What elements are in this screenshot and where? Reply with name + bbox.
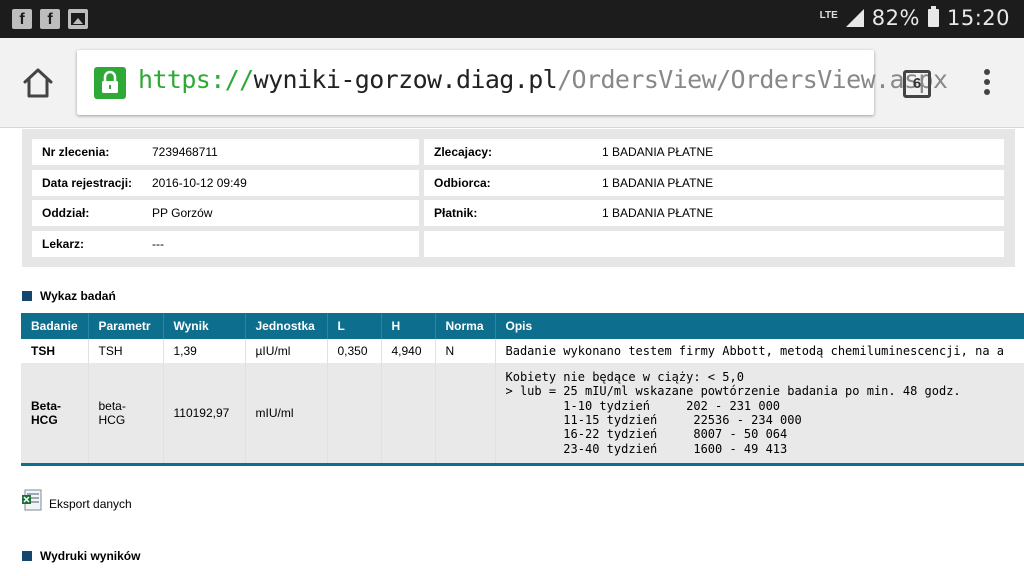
registration-date-value: 2016-10-12 09:49 — [152, 176, 247, 190]
browser-toolbar: https://wyniki-gorzow.diag.pl/OrdersView… — [0, 38, 1024, 128]
norm-flag: N — [435, 339, 496, 363]
low-limit — [327, 363, 382, 463]
order-number-value: 7239468711 — [152, 145, 218, 159]
ordering-party-value: 1 BADANIA PŁATNE — [602, 145, 714, 159]
status-bar: f f LTE 82% 15:20 — [0, 0, 1024, 38]
results-section-title: Wykaz badań — [22, 289, 116, 303]
doctor-row: Lekarz: --- — [32, 231, 419, 257]
parameter: beta-HCG — [88, 363, 164, 463]
overflow-menu-icon[interactable] — [982, 69, 992, 99]
network-type: LTE — [819, 10, 838, 21]
url-text[interactable]: https://wyniki-gorzow.diag.pl/OrdersView… — [138, 65, 948, 94]
ordering-party-label: Zlecajacy: — [434, 145, 493, 159]
unit: µIU/ml — [245, 339, 328, 363]
export-data-label[interactable]: Eksport danych — [49, 497, 132, 511]
description: Kobiety nie będące w ciąży: < 5,0 > lub … — [495, 363, 1024, 463]
recipient-label: Odbiorca: — [434, 176, 491, 190]
test-name: Beta-HCG — [21, 363, 89, 463]
url-host: wyniki-gorzow.diag.pl — [253, 65, 558, 94]
high-limit: 4,940 — [381, 339, 436, 363]
table-bottom-border — [21, 463, 1024, 466]
image-icon — [68, 9, 88, 29]
test-name: TSH — [21, 339, 89, 363]
page-content: Nr zlecenia: 7239468711 Data rejestracji… — [0, 129, 1024, 576]
column-header: L — [327, 313, 382, 339]
unit: mIU/ml — [245, 363, 328, 463]
column-header: Jednostka — [245, 313, 328, 339]
result-value: 110192,97 — [163, 363, 246, 463]
printouts-section-title: Wydruki wyników — [22, 549, 140, 563]
low-limit: 0,350 — [327, 339, 382, 363]
table-header-row: Badanie Parametr Wynik Jednostka L H Nor… — [21, 313, 1024, 339]
notification-icons: f f — [12, 9, 88, 29]
table-row: Beta-HCG beta-HCG 110192,97 mIU/ml Kobie… — [21, 363, 1024, 463]
signal-icon — [845, 9, 864, 27]
system-indicators: LTE 82% 15:20 — [820, 6, 1010, 30]
norm-flag — [435, 363, 496, 463]
registration-date-label: Data rejestracji: — [42, 176, 133, 190]
export-data-link[interactable]: Eksport danych — [22, 489, 132, 511]
facebook-icon: f — [12, 9, 32, 29]
tab-switcher-button[interactable]: 6 — [903, 70, 931, 98]
department-label: Oddział: — [42, 206, 90, 220]
doctor-value: --- — [152, 237, 164, 251]
lock-icon — [94, 67, 126, 99]
recipient-row: Odbiorca: 1 BADANIA PŁATNE — [424, 170, 1004, 196]
high-limit — [381, 363, 436, 463]
section-bullet-icon — [22, 291, 32, 301]
column-header: Wynik — [163, 313, 246, 339]
registration-date-row: Data rejestracji: 2016-10-12 09:49 — [32, 170, 419, 196]
column-header: Norma — [435, 313, 496, 339]
results-section-label: Wykaz badań — [40, 289, 116, 303]
doctor-label: Lekarz: — [42, 237, 85, 251]
payer-row: Płatnik: 1 BADANIA PŁATNE — [424, 200, 1004, 226]
payer-label: Płatnik: — [434, 206, 478, 220]
battery-percent: 82% — [871, 6, 920, 30]
clock: 15:20 — [946, 6, 1010, 30]
battery-icon — [927, 6, 939, 27]
column-header: Badanie — [21, 313, 89, 339]
recipient-value: 1 BADANIA PŁATNE — [602, 176, 714, 190]
address-bar[interactable]: https://wyniki-gorzow.diag.pl/OrdersView… — [77, 50, 948, 115]
column-header: H — [381, 313, 436, 339]
results-table: Badanie Parametr Wynik Jednostka L H Nor… — [21, 313, 1024, 463]
department-row: Oddział: PP Gorzów — [32, 200, 419, 226]
empty-row — [424, 231, 1004, 257]
parameter: TSH — [88, 339, 164, 363]
spreadsheet-export-icon — [22, 489, 42, 511]
home-icon[interactable] — [20, 65, 56, 101]
url-path: /OrdersView/OrdersView.aspx — [557, 65, 948, 94]
description: Badanie wykonano testem firmy Abbott, me… — [495, 339, 1024, 363]
result-value: 1,39 — [163, 339, 246, 363]
column-header: Parametr — [88, 313, 164, 339]
url-scheme: https:// — [138, 65, 254, 94]
order-info-panel: Nr zlecenia: 7239468711 Data rejestracji… — [22, 129, 1015, 267]
department-value: PP Gorzów — [152, 206, 213, 220]
order-number-row: Nr zlecenia: 7239468711 — [32, 139, 419, 165]
table-row: TSH TSH 1,39 µIU/ml 0,350 4,940 N Badani… — [21, 339, 1024, 363]
payer-value: 1 BADANIA PŁATNE — [602, 206, 714, 220]
facebook-icon: f — [40, 9, 60, 29]
ordering-party-row: Zlecajacy: 1 BADANIA PŁATNE — [424, 139, 1004, 165]
column-header: Opis — [495, 313, 1024, 339]
section-bullet-icon — [22, 551, 32, 561]
printouts-section-label: Wydruki wyników — [40, 549, 141, 563]
order-number-label: Nr zlecenia: — [42, 145, 110, 159]
